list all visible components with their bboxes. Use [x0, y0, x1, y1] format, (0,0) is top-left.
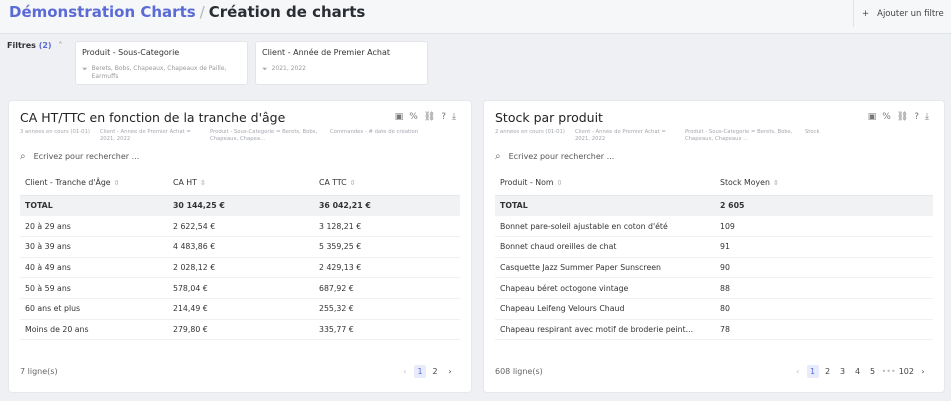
page-button[interactable]: 102 [899, 365, 914, 378]
column-header[interactable]: CA TTC ⇳ [314, 171, 460, 196]
table-row[interactable]: 40 à 49 ans 2 028,12 €2 429,13 € [20, 257, 460, 279]
table-row[interactable]: Bonnet chaud oreilles de chat 91 [495, 236, 933, 258]
filter-title: Produit - Sous-Categorie [82, 48, 180, 57]
calendar-icon[interactable]: ▣ [395, 112, 404, 122]
table-row[interactable]: 50 à 59 ans 578,04 €687,92 € [20, 277, 460, 299]
chart-panel-ca-by-age: CA HT/TTC en fonction de la tranche d'âg… [8, 100, 472, 393]
filter-bar: Filtres (2) ˄ Produit - Sous-Categorie ⏷… [0, 35, 951, 91]
data-table: Produit - Nom ⇳ Stock Moyen ⇳ TOTAL 2 605 B… [495, 171, 933, 341]
link-icon[interactable]: ⛓ [424, 112, 435, 122]
panel-title: CA HT/TTC en fonction de la tranche d'âg… [20, 110, 286, 125]
sort-icon[interactable]: ⇳ [114, 179, 120, 187]
panel-meta: 3 années en cours (01-01) Client - Année… [20, 129, 461, 145]
meta-filter: Produit - Sous-Categorie = Berets, Bobs,… [684, 129, 793, 143]
breadcrumb-dashboard-link[interactable]: Démonstration Charts [9, 3, 196, 21]
meta-date-range: 3 années en cours (01-01) [20, 129, 90, 135]
pagination: ‹ 1 2 › [399, 365, 456, 378]
table-header-row: Produit - Nom ⇳ Stock Moyen ⇳ [495, 171, 933, 196]
search-icon: ⌕ [495, 150, 501, 162]
plus-icon: + [862, 8, 870, 19]
download-icon[interactable]: ⤓ [925, 112, 929, 122]
help-icon[interactable]: ? [914, 112, 919, 122]
table-row[interactable]: Moins de 20 ans 279,80 €335,77 € [20, 319, 460, 341]
pagination: ‹ 1 2 3 4 5 ••• 102 › [792, 365, 929, 378]
help-icon[interactable]: ? [441, 112, 446, 122]
percent-icon[interactable]: % [882, 112, 891, 122]
page-button[interactable]: 2 [822, 365, 834, 378]
table-row[interactable]: Chapeau béret octogone vintage 88 [495, 277, 933, 299]
page-ellipsis[interactable]: ••• [882, 365, 896, 378]
filter-value: 2021, 2022 [271, 65, 306, 72]
column-header[interactable]: CA HT ⇳ [168, 171, 314, 196]
panel-toolbar: ▣ % ⛓ ? ⤓ [395, 112, 456, 122]
search-placeholder: Ecrivez pour rechercher ... [508, 151, 615, 161]
next-page-button[interactable]: › [444, 365, 456, 378]
meta-measure: Stock [804, 129, 820, 135]
sort-icon[interactable]: ⇳ [350, 179, 356, 187]
add-filter-button[interactable]: + Ajouter un filtre [853, 0, 951, 27]
page-button[interactable]: 1 [806, 365, 819, 378]
row-count: 608 ligne(s) [495, 367, 543, 376]
meta-filter: Client - Année de Premier Achat = 2021, … [574, 129, 666, 143]
filters-count: (2) [38, 41, 52, 50]
breadcrumb: Démonstration Charts / Création de charts [9, 3, 365, 21]
table-row[interactable]: 60 ans et plus 214,49 €255,32 € [20, 298, 460, 320]
sort-icon[interactable]: ⇳ [556, 179, 562, 187]
prev-page-button[interactable]: ‹ [399, 365, 411, 378]
filter-icon: ⏷ [82, 65, 88, 73]
link-icon[interactable]: ⛓ [897, 112, 908, 122]
column-header[interactable]: Stock Moyen ⇳ [715, 171, 933, 196]
table-row[interactable]: Chapeau Leifeng Velours Chaud 80 [495, 298, 933, 320]
next-page-button[interactable]: › [917, 365, 929, 378]
table-row[interactable]: 30 à 39 ans 4 483,86 €5 359,25 € [20, 236, 460, 258]
table-row[interactable]: Casquette Jazz Summer Paper Sunscreen 90 [495, 257, 933, 279]
row-count: 7 ligne(s) [20, 367, 58, 376]
column-header[interactable]: Client - Tranche d'Âge ⇳ [20, 171, 168, 196]
percent-icon[interactable]: % [409, 112, 418, 122]
page-button[interactable]: 3 [837, 365, 849, 378]
total-row: TOTAL 2 605 [495, 195, 933, 217]
breadcrumb-separator: / [199, 3, 205, 21]
table-header-row: Client - Tranche d'Âge ⇳ CA HT ⇳ CA TTC ⇳ [20, 171, 460, 196]
panel-meta: 2 années en cours (01-01) Client - Année… [495, 129, 934, 145]
download-icon[interactable]: ⤓ [452, 112, 456, 122]
column-header[interactable]: Produit - Nom ⇳ [495, 171, 715, 196]
filter-card-first-purchase-year[interactable]: Client - Année de Premier Achat ⏷ 2021, 2… [255, 41, 428, 85]
panel-toolbar: ▣ % ⛓ ? ⤓ [868, 112, 929, 122]
chart-panel-stock-by-product: Stock par produit ▣ % ⛓ ? ⤓ 2 années en … [483, 100, 945, 393]
page-button[interactable]: 4 [852, 365, 864, 378]
filter-icon: ⏷ [262, 65, 268, 73]
page-title: Création de charts [208, 3, 366, 21]
page-button[interactable]: 5 [867, 365, 879, 378]
search-icon: ⌕ [20, 150, 26, 162]
filter-value: Berets, Bobs, Chapeaux, Chapeaux de Pail… [91, 65, 227, 80]
add-filter-label: Ajouter un filtre [877, 8, 944, 19]
top-header: Démonstration Charts / Création de charts … [0, 0, 951, 34]
sort-icon[interactable]: ⇳ [200, 179, 206, 187]
meta-date-range: 2 années en cours (01-01) [495, 129, 565, 135]
meta-filter: Produit - Sous-Categorie = Berets, Bobs,… [209, 129, 318, 143]
table-row[interactable]: 20 à 29 ans 2 622,54 €3 128,21 € [20, 215, 460, 237]
meta-filter: Client - Année de Premier Achat = 2021, … [99, 129, 191, 143]
filter-title: Client - Année de Premier Achat [262, 48, 391, 57]
data-table: Client - Tranche d'Âge ⇳ CA HT ⇳ CA TTC ⇳ T… [20, 171, 460, 341]
table-search[interactable]: ⌕ Ecrivez pour rechercher ... [20, 148, 461, 164]
table-row[interactable]: Chapeau respirant avec motif de broderie… [495, 319, 933, 341]
filter-card-subcategory[interactable]: Produit - Sous-Categorie ⏷ Berets, Bobs, … [75, 41, 248, 85]
chevron-up-icon: ˄ [58, 41, 63, 50]
table-row[interactable]: Bonnet pare-soleil ajustable en coton d'… [495, 215, 933, 237]
panel-title: Stock par produit [495, 110, 603, 125]
meta-measure: Commandes - # date de création [329, 129, 419, 135]
sort-icon[interactable]: ⇳ [773, 179, 779, 187]
total-row: TOTAL 30 144,25 €36 042,21 € [20, 195, 460, 217]
calendar-icon[interactable]: ▣ [868, 112, 877, 122]
filters-toggle[interactable]: Filtres (2) ˄ [7, 41, 62, 50]
table-search[interactable]: ⌕ Ecrivez pour rechercher ... [495, 148, 934, 164]
page-button[interactable]: 1 [414, 365, 426, 378]
page-button[interactable]: 2 [429, 365, 441, 378]
filters-label: Filtres [7, 41, 36, 50]
search-placeholder: Ecrivez pour rechercher ... [33, 151, 140, 161]
prev-page-button[interactable]: ‹ [792, 365, 804, 378]
